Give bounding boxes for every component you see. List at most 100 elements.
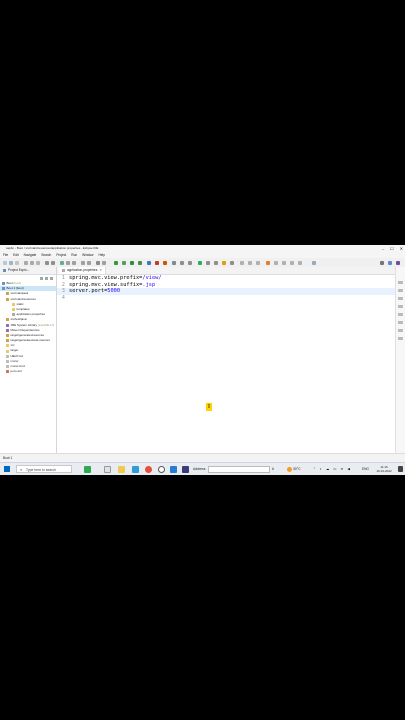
- property-key: server.port: [69, 288, 105, 295]
- maximize-icon[interactable]: ☐: [390, 245, 394, 252]
- toolbar-icon[interactable]: [96, 260, 100, 265]
- trim-icon[interactable]: [398, 313, 403, 316]
- collapse-all-icon[interactable]: [40, 276, 43, 280]
- close-icon[interactable]: ✕: [99, 267, 102, 274]
- property-value: 5000: [107, 288, 121, 295]
- tab-application-properties[interactable]: application.properties ✕: [59, 267, 106, 274]
- code-line[interactable]: 3 server.port = 5000: [57, 288, 396, 295]
- window-controls: – ☐ ✕: [382, 245, 403, 252]
- toolbar-icon[interactable]: [163, 260, 167, 265]
- link-editor-icon[interactable]: [45, 276, 48, 280]
- run-icon[interactable]: [114, 260, 118, 265]
- toolbar-icon[interactable]: [222, 260, 226, 265]
- toolbar-icon[interactable]: [172, 260, 176, 265]
- file-explorer-icon[interactable]: [118, 466, 125, 473]
- perspective-icon[interactable]: [388, 260, 392, 265]
- coverage-icon[interactable]: [138, 260, 142, 265]
- toolbar-icon[interactable]: [45, 260, 49, 265]
- search-placeholder: Type here to search: [26, 468, 56, 472]
- toolbar-icon[interactable]: [206, 260, 210, 265]
- toolbar-icon[interactable]: [87, 260, 91, 265]
- toolbar-icon[interactable]: [66, 260, 70, 265]
- back-icon[interactable]: [290, 260, 294, 265]
- trim-icon[interactable]: [398, 329, 403, 332]
- toolbar-icon[interactable]: [180, 260, 184, 265]
- debug-icon[interactable]: [122, 260, 126, 265]
- address-label: Address: [193, 467, 206, 471]
- eclipse-icon[interactable]: [182, 466, 189, 473]
- trim-icon[interactable]: [398, 337, 403, 340]
- forward-icon[interactable]: [298, 260, 302, 265]
- stop-icon[interactable]: [155, 260, 159, 265]
- code-line[interactable]: 4: [57, 295, 396, 302]
- line-number: 1: [61, 275, 65, 281]
- taskbar-search-box[interactable]: ⌕ Type here to search: [16, 465, 72, 473]
- address-input[interactable]: [208, 466, 270, 473]
- toolbar-icon[interactable]: [256, 260, 260, 265]
- wifi-icon[interactable]: ≋: [341, 466, 344, 473]
- status-bar: Boot 1: [0, 453, 405, 462]
- close-icon[interactable]: ✕: [400, 245, 403, 252]
- trim-icon[interactable]: [398, 289, 403, 292]
- toolbar-icon[interactable]: [248, 260, 252, 265]
- save-all-icon[interactable]: [15, 260, 19, 265]
- notification-icon[interactable]: [398, 466, 403, 472]
- chevron-up-icon[interactable]: ⌃: [313, 466, 316, 473]
- new-icon[interactable]: [3, 260, 7, 265]
- toolbar-icon[interactable]: [60, 260, 64, 265]
- network-icon[interactable]: ◐: [320, 466, 322, 473]
- app-icon[interactable]: [84, 466, 91, 473]
- toolbar-icon[interactable]: [36, 260, 40, 265]
- trim-icon[interactable]: [398, 321, 403, 324]
- minimize-icon[interactable]: –: [382, 245, 384, 252]
- toolbar-icon[interactable]: [81, 260, 85, 265]
- toolbar-icon[interactable]: [230, 260, 234, 265]
- view-menu-icon[interactable]: [50, 276, 53, 280]
- toolbar-icon[interactable]: [72, 260, 76, 265]
- battery-icon[interactable]: ▭: [333, 466, 336, 473]
- tab-label: application.properties: [67, 268, 98, 272]
- clock[interactable]: 11:16 16-10-2022: [375, 465, 393, 474]
- windows-start-icon[interactable]: [4, 466, 10, 472]
- project-explorer-tab[interactable]: Project Explo...: [0, 267, 56, 275]
- code-line[interactable]: 1 spring.mvc.view.prefix =/view/: [57, 275, 396, 282]
- toolbar-icon[interactable]: [147, 260, 151, 265]
- property-key: spring.mvc.view.suffix: [69, 281, 140, 288]
- search-icon[interactable]: [380, 260, 384, 265]
- toolbar-icon[interactable]: [214, 260, 218, 265]
- toolbar-icon[interactable]: [282, 260, 286, 265]
- property-value: /view/: [142, 275, 162, 281]
- vscode-icon[interactable]: [170, 466, 177, 473]
- toolbar-icon[interactable]: [51, 260, 55, 265]
- code-line[interactable]: 2 spring.mvc.view.suffix = .jsp: [57, 282, 396, 289]
- chrome-icon[interactable]: [145, 466, 152, 473]
- eclipse-window: sap1n - Boot / src/main/resources/applic…: [0, 245, 405, 475]
- trim-icon[interactable]: [398, 281, 403, 284]
- run-as-icon[interactable]: [130, 260, 134, 265]
- toolbar-icon[interactable]: [274, 260, 278, 265]
- weather-widget[interactable]: 30°C: [287, 466, 301, 473]
- trim-icon[interactable]: [398, 297, 403, 300]
- edge-icon[interactable]: [132, 466, 139, 473]
- toolbar-icon[interactable]: [24, 260, 28, 265]
- toolbar-icon[interactable]: [266, 260, 270, 265]
- windows-taskbar: ⌕ Type here to search Address 6 30°C ⌃ ◐…: [0, 462, 405, 475]
- trim-icon[interactable]: [398, 305, 403, 308]
- package-folder-icon: [6, 297, 9, 301]
- app-icon[interactable]: [158, 466, 165, 473]
- save-icon[interactable]: [9, 260, 13, 265]
- toolbar-icon[interactable]: [240, 260, 244, 265]
- toolbar-icon[interactable]: [188, 260, 192, 265]
- task-view-icon[interactable]: [104, 466, 111, 473]
- volume-icon[interactable]: ◀: [347, 466, 350, 473]
- file-icon: [6, 354, 9, 358]
- toolbar-icon[interactable]: [30, 260, 34, 265]
- cloud-icon[interactable]: ☁: [326, 466, 329, 473]
- toolbar-icon[interactable]: [198, 260, 202, 265]
- language-indicator[interactable]: ENG: [362, 466, 369, 473]
- code-editor[interactable]: 1 spring.mvc.view.prefix =/view/ 2 spring…: [57, 275, 396, 301]
- toolbar-icon[interactable]: [312, 260, 316, 265]
- tree-item-pom-xml[interactable]: pom.xml: [0, 369, 56, 374]
- toolbar-icon[interactable]: [102, 260, 106, 265]
- java-perspective-icon[interactable]: [396, 260, 400, 265]
